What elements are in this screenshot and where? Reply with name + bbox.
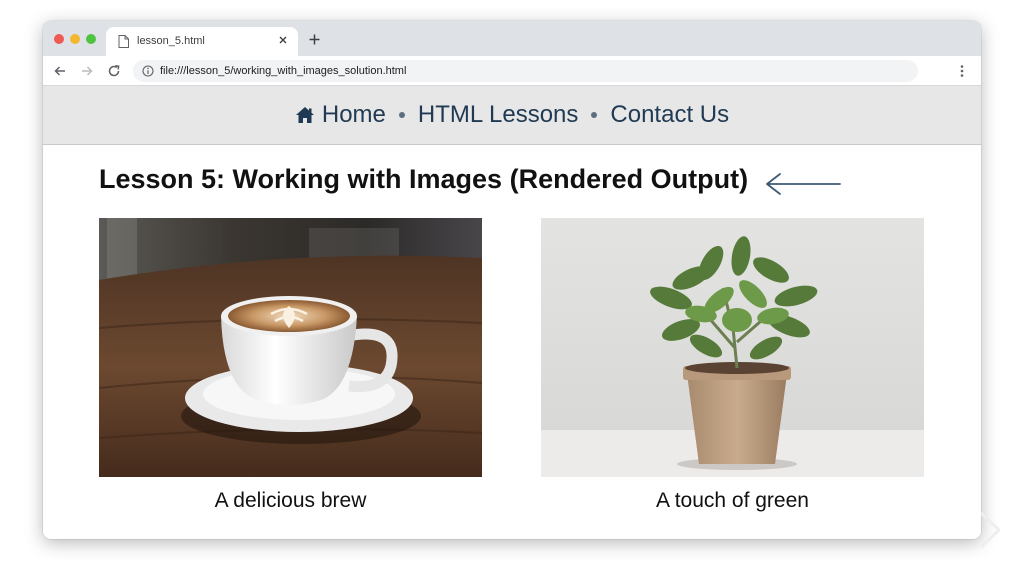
maximize-window-button[interactable] [86, 34, 96, 44]
figure-coffee: A delicious brew [99, 218, 482, 513]
forward-arrow-icon[interactable] [80, 64, 94, 78]
browser-window: lesson_5.html file:///lesson_5/working_w… [43, 21, 981, 539]
back-arrow-icon[interactable] [53, 64, 67, 78]
reload-icon[interactable] [107, 64, 121, 78]
address-bar[interactable]: file:///lesson_5/working_with_images_sol… [133, 60, 918, 82]
nav-link-contact-us[interactable]: Contact Us [610, 101, 729, 129]
caption-coffee: A delicious brew [214, 489, 367, 512]
close-tab-icon[interactable] [276, 33, 290, 47]
corner-glint-icon [980, 512, 1000, 548]
nav-link-home[interactable]: Home [295, 101, 386, 129]
tab-strip: lesson_5.html [43, 21, 981, 56]
latte-cup-photo [99, 218, 482, 477]
site-navigation: Home HTML Lessons Contact Us [43, 86, 981, 145]
potted-plant-photo [541, 218, 924, 477]
close-window-button[interactable] [54, 34, 64, 44]
page-viewport: Home HTML Lessons Contact Us Lesson 5: W… [43, 86, 981, 539]
nav-separator [398, 112, 405, 118]
house-icon [295, 107, 314, 123]
page-title: Lesson 5: Working with Images (Rendered … [99, 164, 749, 194]
more-menu-icon[interactable] [955, 64, 969, 78]
nav-contact-us-label: Contact Us [610, 101, 730, 128]
nav-home-label: Home [321, 101, 386, 128]
nav-link-html-lessons[interactable]: HTML Lessons [418, 101, 579, 129]
new-tab-icon[interactable] [308, 33, 321, 46]
caption-plant: A touch of green [656, 489, 809, 512]
info-icon[interactable] [142, 65, 154, 77]
browser-toolbar: file:///lesson_5/working_with_images_sol… [43, 56, 981, 86]
left-arrow-icon [766, 173, 841, 195]
nav-html-lessons-label: HTML Lessons [417, 101, 579, 128]
document-icon [118, 35, 129, 48]
minimize-window-button[interactable] [70, 34, 80, 44]
url-text: file:///lesson_5/working_with_images_sol… [160, 65, 407, 77]
tab-title: lesson_5.html [137, 35, 205, 47]
nav-separator [591, 112, 598, 118]
figure-plant: A touch of green [541, 218, 924, 513]
tab-lesson-5[interactable]: lesson_5.html [106, 27, 298, 56]
